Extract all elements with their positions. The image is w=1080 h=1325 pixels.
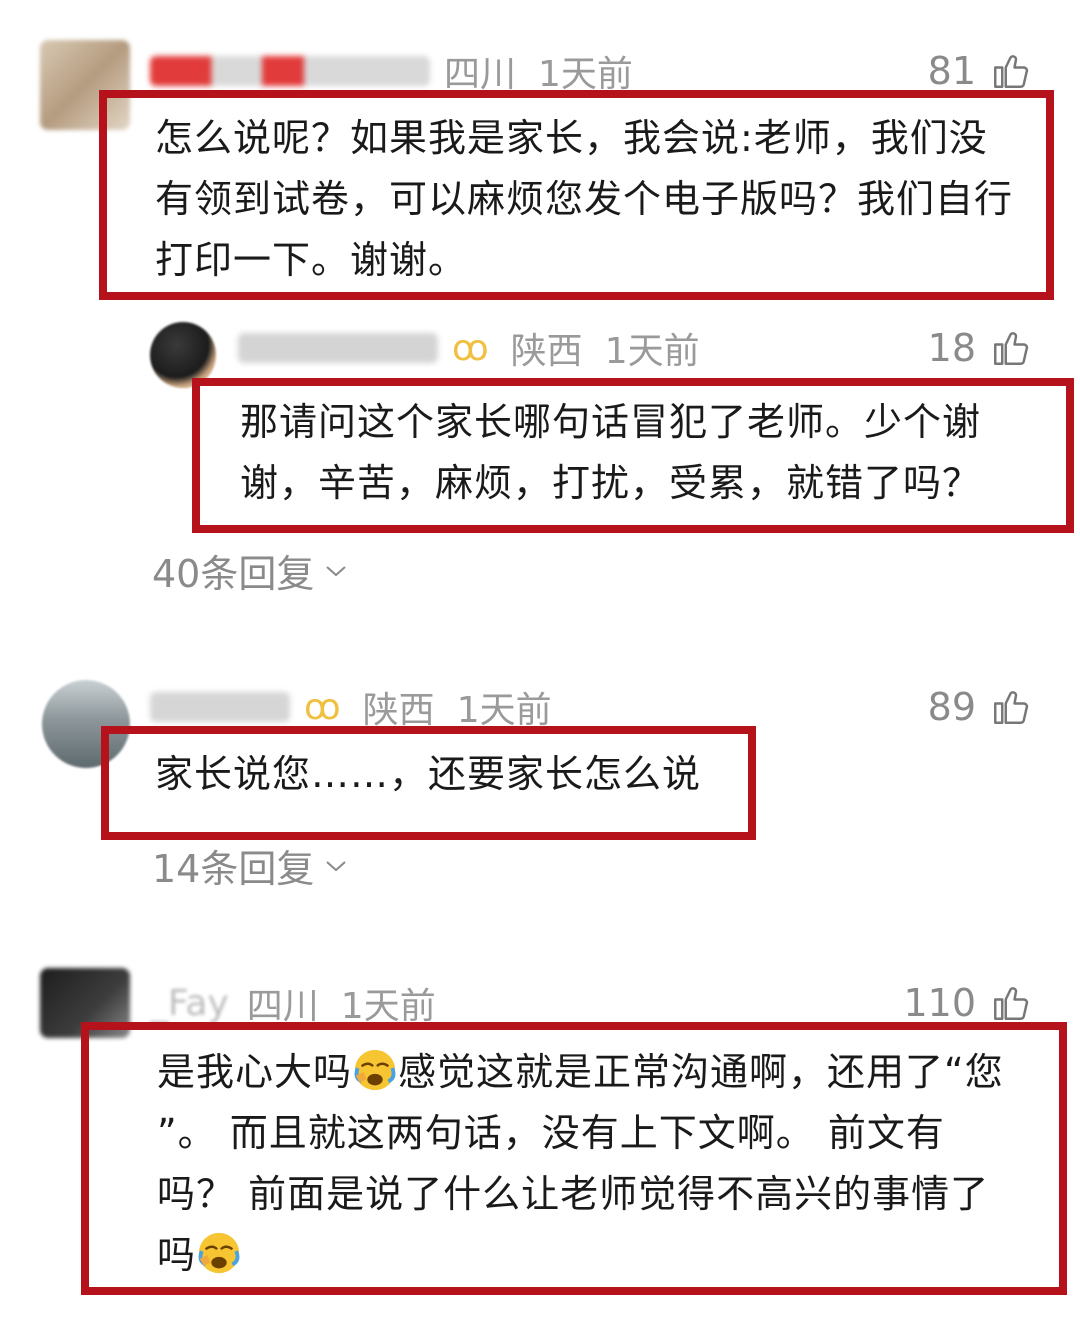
chevron-down-icon (326, 565, 347, 576)
like-button[interactable]: 81 (928, 46, 1032, 96)
view-replies-button[interactable]: 14条回复 (152, 838, 348, 893)
emoji-blurred-icon: ꝏ (452, 327, 489, 369)
highlighted-comment-box: 是我心大吗 感觉这就是正常沟通啊，还用了“您 ”。 而且就这两句话，没有上下文啊。… (81, 1022, 1067, 1295)
thumbs-up-icon (994, 55, 1029, 88)
like-button[interactable]: 18 (928, 323, 1032, 373)
username-blurred[interactable] (238, 333, 438, 363)
replies-count-label: 40条回复 (152, 552, 315, 596)
username-blurred[interactable] (150, 56, 430, 86)
reply-location: 陕西 (510, 331, 583, 372)
comment-meta: ꝏ 陕西 1天前 (150, 682, 574, 732)
highlighted-comment-box: 怎么说呢？如果我是家长，我会说:老师，我们没 有领到试卷，可以麻烦您发个电子版吗… (99, 90, 1054, 300)
thumbs-up-icon (994, 332, 1029, 365)
username-blurred[interactable] (150, 692, 290, 722)
like-button[interactable]: 89 (928, 682, 1032, 732)
comment-username[interactable]: _Fay (150, 983, 229, 1024)
reply-text[interactable]: 那请问这个家长哪句话冒犯了老师。少个谢 谢，辛苦，麻烦，打扰，受累，就错了吗？ (240, 392, 981, 514)
like-count: 89 (927, 685, 976, 729)
comment-meta: _Fay 四川 1天前 (150, 978, 458, 1028)
thumbs-up-icon (994, 987, 1029, 1020)
thumbs-up-icon (994, 691, 1029, 724)
view-replies-button[interactable]: 40条回复 (152, 543, 348, 598)
crying-face-emoji-icon (198, 1232, 240, 1274)
chevron-down-icon (326, 860, 347, 871)
reply-time: 1天前 (604, 331, 700, 372)
like-button[interactable]: 110 (903, 978, 1032, 1028)
comment-text[interactable]: 是我心大吗 感觉这就是正常沟通啊，还用了“您 ”。 而且就这两句话，没有上下文啊。… (157, 1042, 1004, 1286)
comment-text[interactable]: 家长说您……，还要家长怎么说 (155, 744, 701, 805)
highlighted-comment-box: 家长说您……，还要家长怎么说 (101, 726, 756, 840)
like-count: 110 (903, 981, 976, 1025)
comment-text[interactable]: 怎么说呢？如果我是家长，我会说:老师，我们没 有领到试卷，可以麻烦您发个电子版吗… (155, 108, 1013, 291)
like-count: 81 (927, 49, 976, 93)
comment-meta: 四川 1天前 (150, 46, 655, 96)
highlighted-comment-box: 那请问这个家长哪句话冒犯了老师。少个谢 谢，辛苦，麻烦，打扰，受累，就错了吗？ (192, 378, 1074, 533)
like-count: 18 (927, 326, 976, 370)
replies-count-label: 14条回复 (152, 847, 315, 891)
crying-face-emoji-icon (354, 1049, 396, 1091)
reply-meta: ꝏ 陕西 1天前 (238, 323, 722, 373)
emoji-blurred-icon: ꝏ (304, 686, 341, 728)
